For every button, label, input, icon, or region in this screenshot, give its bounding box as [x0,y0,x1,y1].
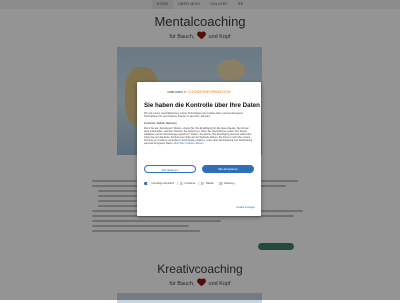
cookie-info-link[interactable]: Mehr über Cookies erfahren [174,142,204,145]
toggle-functional[interactable]: Funktional [177,182,195,185]
toggle-switch[interactable] [177,182,184,185]
consent-details-text: Wenn Sie auf „Akzeptieren" klicken, erte… [144,127,254,145]
consent-intro-text: Wir und unsere Geschäftspartner nutzen T… [144,112,243,118]
accept-all-button[interactable]: Alle akzeptieren [202,165,254,173]
toggle-statistics[interactable]: Statistik [198,182,214,185]
cookie-consent-dialog: one.com × COOKIEINFORMATION Sie haben di… [137,82,261,216]
toggle-switch[interactable] [144,182,150,185]
consent-purposes: Funktional, Statistik, Marketing [144,122,177,125]
brand-separator: × [183,89,187,94]
toggle-marketing[interactable]: Marketing [216,182,235,185]
consent-title: Sie haben die Kontrolle über Ihre Daten [144,102,260,109]
toggle-label: Funktional [184,182,196,185]
decline-all-button[interactable]: Alle ablehnen [144,165,196,173]
toggle-label: Unbedingt erforderlich [151,182,175,185]
consent-toggles: Unbedingt erforderlich Funktional Statis… [144,179,256,188]
toggle-label: Statistik [205,182,214,185]
brand-cookieinformation: COOKIEINFORMATION [187,89,231,94]
details-link[interactable]: Details anzeigen [237,206,255,209]
toggle-necessary[interactable]: Unbedingt erforderlich [144,182,174,185]
brand-onecom: one.com [167,89,183,94]
toggle-switch[interactable] [216,182,223,185]
toggle-label: Marketing [224,182,235,185]
consent-brand: one.com × COOKIEINFORMATION [137,89,261,94]
toggle-switch[interactable] [198,182,205,185]
